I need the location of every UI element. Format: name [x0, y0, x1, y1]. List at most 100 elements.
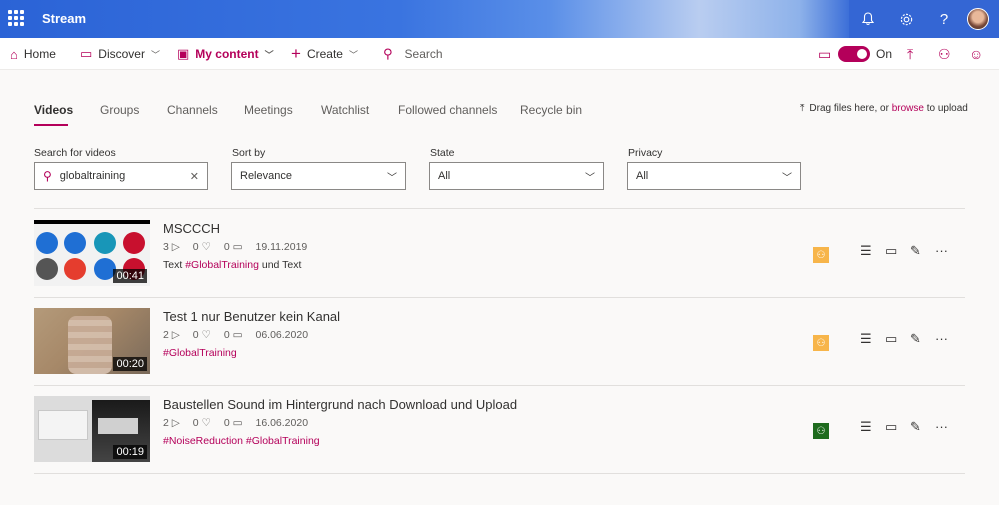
add-to-list-icon[interactable]: ☰: [860, 331, 872, 347]
add-to-list-icon[interactable]: ☰: [860, 243, 872, 259]
video-meta: 3 ▷ 0 ♡ 0 ▭ 19.11.2019: [163, 241, 317, 253]
tab-recycle-bin[interactable]: Recycle bin: [520, 103, 582, 117]
nav-discover[interactable]: ▭ Discover ﹀: [80, 38, 160, 70]
search-icon: ⚲: [383, 46, 393, 61]
state-select[interactable]: All ﹀: [429, 162, 604, 190]
hashtag-link[interactable]: #NoiseReduction #GlobalTraining: [163, 435, 320, 447]
views-count: 2 ▷: [163, 329, 180, 341]
tab-videos[interactable]: Videos: [34, 103, 73, 117]
video-duration: 00:41: [113, 269, 147, 283]
video-duration: 00:20: [113, 357, 147, 371]
help-icon[interactable]: ?: [925, 0, 963, 38]
search-input[interactable]: Search: [405, 47, 443, 61]
video-title[interactable]: MSCCCH: [163, 221, 220, 236]
nav-bar: ⌂ Home ▭ Discover ﹀ ▣ My content ﹀ + Cre…: [0, 38, 999, 70]
nav-my-content[interactable]: ▣ My content ﹀: [177, 38, 274, 70]
bell-icon[interactable]: [849, 0, 887, 38]
privacy-label: Privacy: [628, 147, 663, 159]
more-options-icon[interactable]: ···: [935, 243, 948, 258]
upload-hint-prefix: Drag files here, or: [809, 103, 892, 114]
video-row[interactable]: 00:41 MSCCCH 3 ▷ 0 ♡ 0 ▭ 19.11.2019 Text…: [34, 209, 965, 297]
tab-channels[interactable]: Channels: [167, 103, 218, 117]
nav-my-content-label: My content: [195, 47, 259, 61]
video-thumbnail[interactable]: 00:41: [34, 220, 150, 286]
video-description: #NoiseReduction #GlobalTraining: [163, 435, 320, 447]
browse-link[interactable]: browse: [892, 103, 924, 114]
privacy-select[interactable]: All ﹀: [627, 162, 801, 190]
privacy-value: All: [636, 170, 649, 182]
chevron-down-icon: ﹀: [585, 172, 595, 184]
upload-date: 16.06.2020: [255, 417, 309, 429]
comment-icon[interactable]: ▭: [885, 243, 897, 259]
views-count: 3 ▷: [163, 241, 180, 253]
avatar[interactable]: [967, 8, 989, 30]
sort-label: Sort by: [232, 147, 266, 159]
cast-icon[interactable]: ▭: [818, 38, 831, 70]
upload-date: 06.06.2020: [255, 329, 309, 341]
divider: [34, 473, 965, 474]
edit-pencil-icon[interactable]: ✎: [910, 331, 921, 347]
video-description: Text #GlobalTraining und Text: [163, 259, 302, 271]
upload-arrow-icon: ⤒: [800, 103, 805, 114]
video-thumbnail[interactable]: 00:19: [34, 396, 150, 462]
plus-icon: +: [291, 44, 301, 63]
search-icon: ⚲: [43, 169, 52, 183]
comments-count: 0 ▭: [223, 417, 243, 429]
feature-toggle[interactable]: [838, 46, 870, 62]
sort-select[interactable]: Relevance ﹀: [231, 162, 406, 190]
views-count: 2 ▷: [163, 417, 180, 429]
likes-count: 0 ♡: [192, 417, 211, 429]
nav-home[interactable]: ⌂ Home: [10, 38, 56, 70]
video-description: #GlobalTraining: [163, 347, 237, 359]
add-to-list-icon[interactable]: ☰: [860, 419, 872, 435]
video-duration: 00:19: [113, 445, 147, 459]
brand-title[interactable]: Stream: [42, 11, 86, 26]
tab-groups[interactable]: Groups: [100, 103, 139, 117]
nav-search[interactable]: ⚲ Search: [383, 38, 443, 70]
search-videos-label: Search for videos: [34, 147, 116, 159]
app-launcher-icon[interactable]: [8, 10, 24, 26]
home-icon: ⌂: [10, 46, 18, 62]
video-title[interactable]: Test 1 nur Benutzer kein Kanal: [163, 309, 340, 324]
search-videos-field[interactable]: ⚲ globaltraining ✕: [34, 162, 208, 190]
edit-pencil-icon[interactable]: ✎: [910, 243, 921, 259]
video-row[interactable]: 00:20 Test 1 nur Benutzer kein Kanal 2 ▷…: [34, 297, 965, 385]
add-person-icon[interactable]: ⚇: [938, 38, 951, 70]
hashtag-link[interactable]: #GlobalTraining: [185, 259, 259, 271]
app-bar: Stream ?: [0, 0, 999, 38]
tab-meetings[interactable]: Meetings: [244, 103, 293, 117]
nav-discover-label: Discover: [98, 47, 145, 61]
discover-icon: ▭: [80, 46, 93, 61]
feedback-smiley-icon[interactable]: ☺: [969, 38, 983, 70]
clear-icon[interactable]: ✕: [190, 170, 199, 183]
privacy-badge-icon: ⚇: [813, 423, 829, 439]
comments-count: 0 ▭: [223, 329, 243, 341]
tab-watchlist[interactable]: Watchlist: [321, 103, 369, 117]
search-videos-value[interactable]: globaltraining: [60, 170, 125, 182]
video-row[interactable]: 00:19 Baustellen Sound im Hintergrund na…: [34, 385, 965, 473]
more-options-icon[interactable]: ···: [935, 331, 948, 346]
video-meta: 2 ▷ 0 ♡ 0 ▭ 06.06.2020: [163, 329, 318, 341]
privacy-badge-icon: ⚇: [813, 247, 829, 263]
likes-count: 0 ♡: [192, 241, 211, 253]
more-options-icon[interactable]: ···: [935, 419, 948, 434]
nav-create[interactable]: + Create ﹀: [291, 38, 358, 70]
tab-followed-channels[interactable]: Followed channels: [398, 103, 497, 117]
edit-pencil-icon[interactable]: ✎: [910, 419, 921, 435]
nav-create-label: Create: [306, 47, 343, 61]
comments-count: 0 ▭: [223, 241, 243, 253]
hashtag-link[interactable]: #GlobalTraining: [163, 347, 237, 359]
chevron-down-icon: ﹀: [264, 49, 274, 60]
nav-home-label: Home: [23, 47, 56, 61]
sort-value: Relevance: [240, 170, 292, 182]
upload-hint-suffix: to upload: [923, 103, 968, 114]
chevron-down-icon: ﹀: [348, 49, 358, 60]
privacy-badge-icon: ⚇: [813, 335, 829, 351]
comment-icon[interactable]: ▭: [885, 419, 897, 435]
video-thumbnail[interactable]: 00:20: [34, 308, 150, 374]
video-title[interactable]: Baustellen Sound im Hintergrund nach Dow…: [163, 397, 517, 412]
comment-icon[interactable]: ▭: [885, 331, 897, 347]
likes-count: 0 ♡: [192, 329, 211, 341]
gear-icon[interactable]: [887, 0, 925, 38]
upload-icon[interactable]: ⤒: [907, 38, 913, 70]
